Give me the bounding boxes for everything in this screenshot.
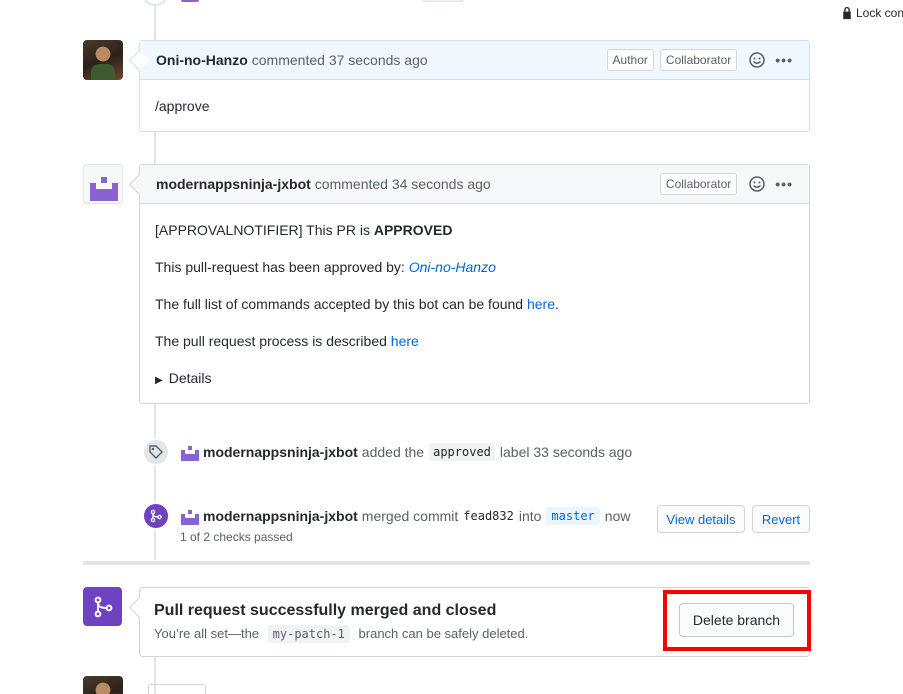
details-toggle[interactable]: ▶ Details bbox=[155, 368, 794, 391]
approved-by-line: This pull-request has been approved by: … bbox=[155, 259, 496, 275]
comment-action: commented bbox=[314, 176, 388, 192]
author-badge: Author bbox=[606, 49, 654, 71]
event-time: now bbox=[604, 508, 631, 524]
inline-label bbox=[422, 0, 464, 2]
collaborator-badge: Collaborator bbox=[659, 173, 738, 195]
comment-time[interactable]: 34 seconds ago bbox=[392, 176, 491, 192]
merged-subtitle: You’re all set—the my-patch-1 branch can… bbox=[154, 625, 529, 643]
merge-icon bbox=[94, 596, 112, 617]
smiley-icon[interactable] bbox=[749, 52, 766, 68]
comment-tab[interactable] bbox=[148, 684, 206, 694]
timeline-divider bbox=[83, 561, 810, 565]
avatar-oni-no-hanzo[interactable] bbox=[83, 676, 123, 694]
bot-mini-avatar-icon[interactable] bbox=[180, 506, 200, 526]
comment-text: /approve bbox=[155, 98, 210, 114]
comment-body: /approve bbox=[140, 80, 809, 132]
avatar-bot[interactable] bbox=[83, 164, 123, 204]
bot-identicon-icon bbox=[90, 177, 118, 201]
process-here-link[interactable]: here bbox=[391, 333, 419, 349]
timeline-event-badge bbox=[143, 0, 167, 6]
commit-sha[interactable]: fead832 bbox=[463, 509, 514, 523]
comment-header: Oni-no-Hanzo commented 37 seconds ago Au… bbox=[140, 41, 809, 80]
avatar bbox=[181, 0, 199, 2]
triangle-right-icon: ▶ bbox=[155, 375, 163, 386]
head-branch: my-patch-1 bbox=[267, 625, 350, 643]
approved-label[interactable]: approved bbox=[429, 443, 495, 461]
comment-author[interactable]: Oni-no-Hanzo bbox=[156, 52, 248, 68]
lock-icon bbox=[843, 6, 851, 20]
delete-branch-button[interactable]: Delete branch bbox=[679, 603, 794, 637]
target-branch[interactable]: master bbox=[546, 507, 600, 525]
revert-button[interactable]: Revert bbox=[752, 505, 810, 533]
merged-status-icon bbox=[83, 587, 122, 626]
label-event: modernappsninja-jxbot added the approved… bbox=[142, 438, 632, 466]
approved-text: APPROVED bbox=[373, 222, 453, 238]
view-details-button[interactable]: View details bbox=[657, 505, 745, 533]
tag-icon bbox=[142, 438, 170, 466]
comment-author[interactable]: modernappsninja-jxbot bbox=[156, 176, 311, 192]
lock-label: Lock con bbox=[856, 5, 903, 20]
comment-time[interactable]: 37 seconds ago bbox=[329, 52, 428, 68]
approval-status-line: [APPROVALNOTIFIER] This PR is APPROVED bbox=[155, 222, 453, 238]
kebab-menu-icon[interactable]: ••• bbox=[775, 177, 793, 191]
merge-icon bbox=[142, 502, 170, 530]
kebab-menu-icon[interactable]: ••• bbox=[775, 53, 793, 67]
comment-action: commented bbox=[251, 52, 325, 68]
comment-oni-no-hanzo: Oni-no-Hanzo commented 37 seconds ago Au… bbox=[139, 40, 810, 132]
event-time: label 33 seconds ago bbox=[499, 444, 633, 460]
checks-status[interactable]: 1 of 2 checks passed bbox=[180, 530, 293, 544]
comment-header: modernappsninja-jxbot commented 34 secon… bbox=[140, 165, 809, 204]
approver-link[interactable]: Oni-no-Hanzo bbox=[409, 259, 496, 275]
merge-event: modernappsninja-jxbot merged commit fead… bbox=[142, 502, 630, 530]
comment-body: [APPROVALNOTIFIER] This PR is APPROVED T… bbox=[140, 204, 809, 407]
bot-mini-avatar-icon[interactable] bbox=[180, 442, 200, 462]
event-actor[interactable]: modernappsninja-jxbot bbox=[203, 508, 358, 524]
comment-bot: modernappsninja-jxbot commented 34 secon… bbox=[139, 164, 810, 404]
commands-line: The full list of commands accepted by th… bbox=[155, 296, 559, 312]
collaborator-badge: Collaborator bbox=[659, 49, 738, 71]
merged-title: Pull request successfully merged and clo… bbox=[154, 602, 497, 619]
avatar-oni-no-hanzo[interactable] bbox=[83, 40, 123, 80]
event-actor[interactable]: modernappsninja-jxbot bbox=[203, 444, 358, 460]
lock-conversation-link[interactable]: Lock con bbox=[841, 5, 903, 20]
commands-here-link[interactable]: here bbox=[527, 296, 555, 312]
smiley-icon[interactable] bbox=[749, 176, 766, 192]
process-line: The pull request process is described he… bbox=[155, 333, 419, 349]
